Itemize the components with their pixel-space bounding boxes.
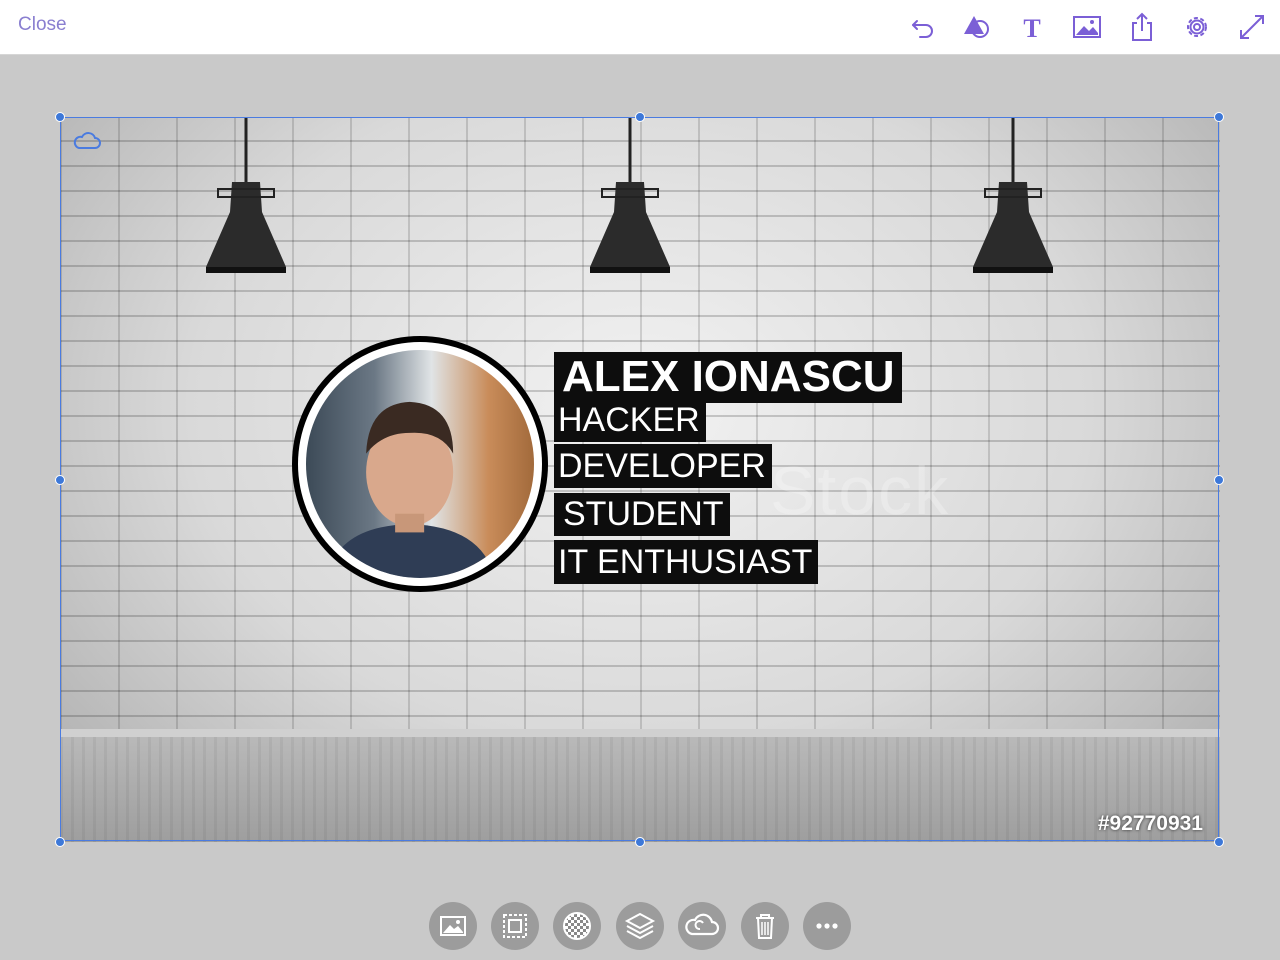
creative-cloud-icon[interactable]	[678, 902, 726, 950]
settings-icon[interactable]	[1182, 12, 1212, 42]
avatar-ring	[298, 342, 542, 586]
text-icon[interactable]: T	[1017, 12, 1047, 42]
trash-icon[interactable]	[741, 902, 789, 950]
stock-watermark: Stock	[770, 453, 951, 529]
resize-handle-bottom-right[interactable]	[1214, 837, 1224, 847]
close-button[interactable]: Close	[18, 14, 67, 36]
role-label[interactable]: STUDENT	[554, 493, 730, 536]
more-icon[interactable]	[803, 902, 851, 950]
top-toolbar: Close T	[0, 0, 1280, 55]
pendant-lamp	[580, 117, 680, 282]
role-label[interactable]: HACKER	[554, 400, 706, 442]
name-label[interactable]: ALEX IONASCU	[554, 352, 903, 403]
pendant-lamp	[196, 117, 296, 282]
shape-icon[interactable]	[962, 12, 992, 42]
role-label[interactable]: DEVELOPER	[554, 444, 772, 488]
undo-icon[interactable]	[908, 12, 938, 42]
layers-icon[interactable]	[616, 902, 664, 950]
pendant-lamp	[963, 117, 1063, 282]
resize-handle-left[interactable]	[55, 475, 65, 485]
resize-handle-bottom[interactable]	[635, 837, 645, 847]
share-icon[interactable]	[1127, 12, 1157, 42]
resize-handle-top-left[interactable]	[55, 112, 65, 122]
floor	[60, 729, 1220, 842]
stock-id-label: #92770931	[1097, 812, 1203, 835]
resize-handle-top[interactable]	[635, 112, 645, 122]
resize-handle-bottom-left[interactable]	[55, 837, 65, 847]
image-icon[interactable]	[1072, 12, 1102, 42]
resize-handle-top-right[interactable]	[1214, 112, 1224, 122]
replace-image-icon[interactable]	[429, 902, 477, 950]
avatar[interactable]	[292, 336, 548, 592]
crop-icon[interactable]	[491, 902, 539, 950]
role-label[interactable]: IT ENTHUSIAST	[554, 540, 819, 584]
fullscreen-icon[interactable]	[1237, 12, 1267, 42]
svg-text:T: T	[1023, 14, 1040, 42]
cloud-icon	[72, 129, 102, 151]
avatar-photo	[306, 350, 534, 578]
resize-handle-right[interactable]	[1214, 475, 1224, 485]
opacity-icon[interactable]	[553, 902, 601, 950]
